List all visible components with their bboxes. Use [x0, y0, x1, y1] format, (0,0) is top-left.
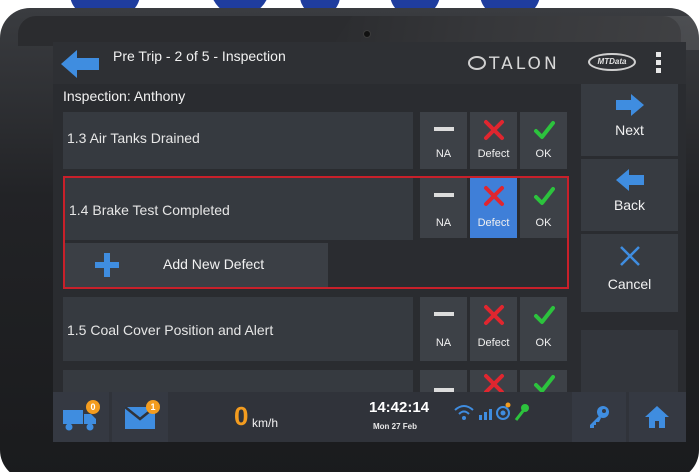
status-icons — [454, 402, 529, 421]
inspection-item-label: 1.5 Coal Cover Position and Alert — [67, 322, 274, 338]
page-title: Pre Trip - 2 of 5 - Inspection — [113, 48, 286, 64]
signal-icon — [479, 409, 492, 420]
inspection-row — [63, 370, 413, 392]
row-actions: NA Defect OK — [420, 112, 567, 169]
status-bar: 0 1 0 km/h 14:42:14 Mon 27 Feb — [53, 392, 686, 442]
clock-time: 14:42:14 — [369, 399, 430, 416]
check-icon — [533, 306, 555, 324]
na-button[interactable]: NA — [420, 112, 467, 169]
inspection-row: 1.5 Coal Cover Position and Alert — [63, 297, 413, 361]
gps-icon — [496, 402, 511, 420]
check-icon — [533, 375, 555, 392]
wifi-icon — [454, 405, 474, 420]
defect-button[interactable]: Defect — [470, 297, 517, 361]
arrow-right-icon — [615, 94, 644, 116]
screen: Pre Trip - 2 of 5 - Inspection TALON MTD… — [53, 42, 686, 442]
home-icon — [645, 406, 669, 428]
inspection-item-label: 1.3 Air Tanks Drained — [67, 130, 200, 146]
dash-icon — [433, 388, 454, 392]
messages-button[interactable]: 1 — [112, 392, 168, 442]
back-arrow-icon[interactable] — [61, 50, 99, 78]
ok-button[interactable]: OK — [520, 112, 567, 169]
camera — [363, 30, 371, 38]
side-navigation: Next Back Cancel — [581, 84, 678, 392]
speed-value: 0 — [234, 401, 249, 431]
ok-button[interactable] — [520, 370, 567, 392]
cross-icon — [483, 120, 504, 140]
ignition-key-icon — [514, 404, 529, 421]
cross-icon — [483, 305, 504, 325]
next-button[interactable]: Next — [581, 84, 678, 156]
clock-date: Mon 27 Feb — [373, 422, 418, 431]
mtdata-logo: MTData — [588, 53, 636, 71]
check-icon — [533, 121, 555, 139]
cancel-button[interactable]: Cancel — [581, 234, 678, 312]
back-button[interactable]: Back — [581, 159, 678, 231]
na-button[interactable] — [420, 370, 467, 392]
arrow-left-icon — [615, 169, 644, 191]
truck-status-button[interactable]: 0 — [53, 392, 109, 442]
talon-logo: TALON — [468, 54, 560, 74]
ok-button[interactable]: OK — [520, 297, 567, 361]
kebab-menu-icon[interactable] — [656, 52, 662, 74]
defect-button[interactable] — [470, 370, 517, 392]
dash-icon — [433, 312, 454, 316]
side-panel-spacer — [581, 330, 678, 392]
row-actions — [420, 370, 567, 392]
close-icon — [619, 246, 640, 266]
selected-row-highlight — [63, 176, 569, 289]
inspection-subtitle: Inspection: Anthony — [63, 88, 186, 104]
speed-unit: km/h — [252, 416, 279, 430]
inspection-row: 1.3 Air Tanks Drained — [63, 112, 413, 169]
home-button[interactable] — [629, 392, 686, 442]
na-button[interactable]: NA — [420, 297, 467, 361]
defect-button[interactable]: Defect — [470, 112, 517, 169]
dash-icon — [433, 127, 454, 131]
key-icon — [590, 406, 609, 428]
app-header: Pre Trip - 2 of 5 - Inspection TALON MTD… — [53, 42, 686, 84]
cross-icon — [483, 374, 504, 392]
truck-badge: 0 — [86, 400, 100, 414]
row-actions: NA Defect OK — [420, 297, 567, 361]
mail-badge: 1 — [146, 400, 160, 414]
key-button[interactable] — [572, 392, 626, 442]
